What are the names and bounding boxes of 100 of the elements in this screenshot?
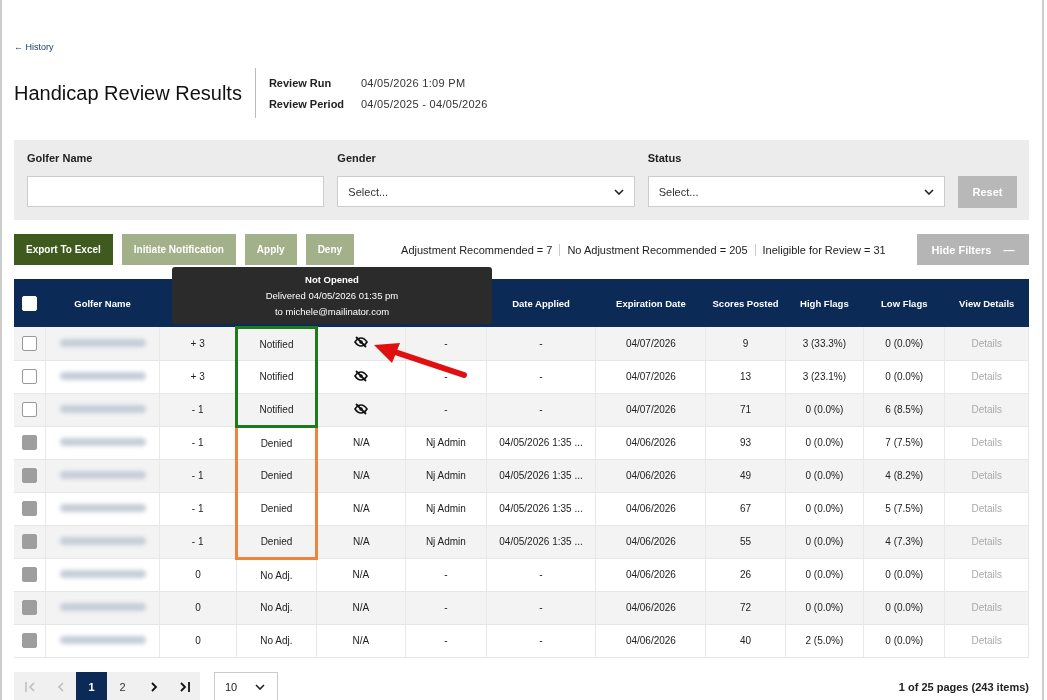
eye-slash-icon[interactable] (354, 402, 369, 415)
chevron-down-icon (613, 188, 624, 195)
table-cell: 3 (23.1%) (802, 371, 847, 382)
table-cell: 04/05/2026 1:35 ... (499, 503, 583, 514)
table-cell: 6 (8.5%) (885, 404, 924, 415)
details-link[interactable]: Details (971, 404, 1002, 415)
row-checkbox[interactable] (22, 369, 37, 384)
info-label: Review Period (268, 97, 346, 110)
eye-slash-icon[interactable] (354, 336, 369, 349)
table-cell: 0 (0.0%) (805, 569, 844, 580)
table-cell: 71 (739, 404, 752, 415)
table-cell: 0 (0.0%) (805, 602, 844, 613)
select-field[interactable]: Select... (337, 176, 635, 207)
filter-label: Gender (337, 152, 377, 166)
history-link[interactable]: ← History (14, 42, 54, 52)
column-header: High Flags (800, 297, 849, 309)
table-cell: 40 (739, 635, 752, 646)
action-button[interactable]: Export To Excel (14, 234, 113, 265)
first-page-button[interactable] (14, 671, 45, 700)
table-cell: 0 (0.0%) (885, 371, 924, 382)
table-cell: - (539, 602, 543, 613)
eye-slash-icon[interactable] (354, 369, 369, 382)
table-cell: 04/06/2026 (625, 437, 676, 448)
table-cell: 67 (739, 503, 752, 514)
filter-label: Golfer Name (27, 152, 94, 166)
status-cell: No Adj. (260, 602, 293, 613)
summary-count: No Adjustment Recommended = 205 (559, 243, 755, 256)
table-cell: N/A (353, 437, 370, 448)
page-title: Handicap Review Results (14, 81, 242, 105)
info-value: 04/05/2026 1:09 PM (360, 76, 467, 89)
table-cell: - (539, 635, 543, 646)
table-cell: - (539, 371, 543, 382)
select-field[interactable]: Select... (647, 176, 946, 207)
table-cell: 0 (0.0%) (805, 536, 844, 547)
table-cell: 26 (739, 569, 752, 580)
table-cell: - (444, 371, 448, 382)
table-cell: - 1 (191, 437, 204, 448)
table-cell: 0 (195, 602, 201, 613)
status-cell: No Adj. (260, 569, 293, 581)
table-cell: 0 (0.0%) (885, 337, 924, 349)
table-cell: 7 (7.5%) (885, 437, 924, 448)
table-cell: Nj Admin (425, 503, 466, 514)
chevron-right-icon (149, 682, 158, 692)
tooltip-title: Not Opened (305, 274, 359, 285)
summary-count: Ineligible for Review = 31 (754, 243, 893, 256)
table-cell: 72 (739, 602, 752, 613)
table-cell: 55 (739, 536, 752, 547)
select-all-checkbox[interactable] (22, 295, 38, 311)
status-cell: Notified (259, 403, 294, 415)
table-cell: 04/07/2026 (625, 404, 676, 415)
table-cell: Nj Admin (425, 536, 466, 547)
hide-filters-button[interactable]: Hide Filters — (917, 234, 1029, 265)
tooltip-text: Delivered 04/05/2026 01:35 pm (265, 290, 399, 301)
row-checkbox[interactable] (22, 335, 37, 351)
table-cell: N/A (352, 635, 370, 646)
table-cell: 0 (0.0%) (885, 602, 924, 613)
status-cell: Notified (259, 371, 294, 382)
page-summary: 1 of 25 pages (243 items) (898, 681, 1029, 693)
table-cell: 4 (8.2%) (885, 470, 924, 481)
table-cell: - 1 (191, 404, 204, 415)
status-cell: Notified (259, 338, 294, 350)
column-header: Scores Posted (712, 297, 779, 309)
table-cell: 0 (0.0%) (885, 569, 924, 580)
row-checkbox[interactable] (22, 402, 37, 417)
table-cell: + 3 (190, 371, 205, 382)
golfer-name-field[interactable] (27, 176, 325, 207)
table-cell: 0 (195, 569, 201, 580)
table-cell: Nj Admin (425, 437, 466, 448)
table-cell: - 1 (191, 503, 204, 514)
table-cell: 49 (739, 470, 752, 481)
table-cell: 04/07/2026 (625, 337, 676, 349)
table-cell: + 3 (190, 337, 205, 349)
chevron-down-icon (255, 684, 265, 690)
table-cell: - (444, 635, 448, 646)
last-page-button[interactable] (169, 671, 200, 700)
page-button[interactable]: 1 (76, 671, 107, 700)
filter-label: Status (647, 152, 683, 166)
page-size-select[interactable]: 10 (214, 671, 278, 700)
table-cell: 04/06/2026 (625, 536, 676, 547)
previous-page-button[interactable] (45, 671, 76, 700)
details-link[interactable]: Details (971, 337, 1002, 349)
page-button[interactable]: 2 (107, 671, 138, 700)
table-cell: 0 (0.0%) (805, 503, 844, 514)
table-cell: N/A (353, 536, 370, 547)
table-cell: - (444, 404, 448, 415)
status-cell: Denied (260, 470, 293, 481)
chevron-left-icon (56, 682, 65, 692)
table-cell: 0 (0.0%) (805, 404, 844, 415)
column-header: Golfer Name (74, 297, 131, 309)
details-link[interactable]: Details (971, 371, 1002, 382)
table-cell: - (444, 569, 448, 580)
table-cell: - 1 (191, 536, 204, 547)
table-cell: - (444, 337, 448, 349)
table-cell: 0 (0.0%) (885, 635, 924, 646)
status-cell: Denied (260, 535, 293, 547)
table-cell: 5 (7.5%) (885, 503, 924, 514)
table-cell: N/A (353, 503, 370, 514)
table-cell: 04/06/2026 (625, 602, 676, 613)
table-cell: N/A (353, 470, 370, 481)
table-cell: 3 (33.3%) (802, 337, 847, 349)
